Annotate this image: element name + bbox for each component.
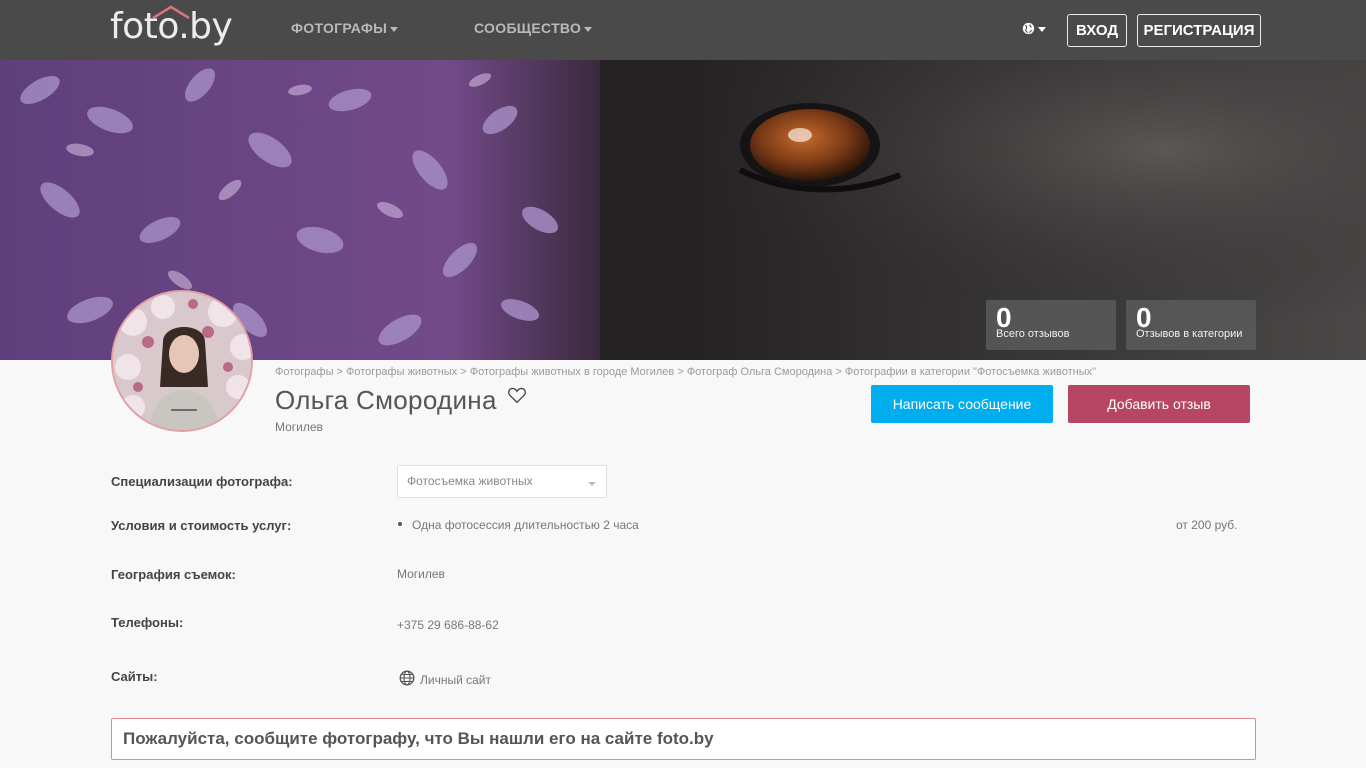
stat-total-reviews: 0 Всего отзывов [986, 300, 1116, 350]
chevron-down-icon [1038, 26, 1046, 32]
top-navbar: foto.by ФОТОГРАФЫ СООБЩЕСТВО ВХОД РЕГИСТ… [0, 0, 1366, 60]
register-button[interactable]: РЕГИСТРАЦИЯ [1137, 14, 1261, 47]
phone-value[interactable]: +375 29 686-88-62 [397, 618, 499, 632]
heart-icon[interactable] [507, 386, 527, 404]
globe-icon [399, 670, 415, 686]
bullet-icon [398, 522, 402, 526]
avatar-photo [113, 292, 251, 430]
chevron-down-icon [584, 26, 593, 32]
specialization-select[interactable]: Фотосъемка животных [397, 465, 607, 498]
breadcrumb-separator: > [457, 366, 470, 378]
language-selector[interactable] [1022, 20, 1046, 36]
stat-category-reviews: 0 Отзывов в категории [1126, 300, 1256, 350]
breadcrumb-separator: > [832, 366, 845, 378]
stat-total-reviews-label: Всего отзывов [996, 328, 1070, 340]
personal-site-link[interactable]: Личный сайт [420, 673, 491, 687]
services-label: Условия и стоимость услуг: [111, 518, 292, 533]
breadcrumb-item[interactable]: Фотографы животных в городе Могилев [470, 366, 675, 378]
breadcrumb-item[interactable]: Фотограф Ольга Смородина [687, 366, 833, 378]
service-item: Одна фотосессия длительностью 2 часа [412, 518, 639, 532]
specializations-label: Специализации фотографа: [111, 474, 293, 489]
stat-category-reviews-label: Отзывов в категории [1136, 328, 1243, 340]
avatar [111, 290, 253, 432]
phones-label: Телефоны: [111, 615, 184, 630]
nav-photographers[interactable]: ФОТОГРАФЫ [291, 20, 399, 36]
write-message-button[interactable]: Написать сообщение [871, 385, 1053, 423]
chevron-down-icon [588, 482, 596, 486]
photographer-city: Могилев [275, 420, 323, 434]
breadcrumb-separator: > [674, 366, 687, 378]
nav-community-label: СООБЩЕСТВО [474, 20, 582, 36]
notice-banner: Пожалуйста, сообщите фотографу, что Вы н… [111, 718, 1256, 760]
specialization-select-value: Фотосъемка животных [407, 474, 533, 488]
geography-value: Могилев [397, 567, 445, 581]
login-button[interactable]: ВХОД [1067, 14, 1127, 47]
sites-label: Сайты: [111, 669, 158, 684]
add-review-button[interactable]: Добавить отзыв [1068, 385, 1250, 423]
breadcrumb: Фотографы > Фотографы животных > Фотогра… [275, 366, 1096, 378]
geography-label: География съемок: [111, 567, 236, 582]
breadcrumb-separator: > [333, 366, 347, 378]
globe-icon [1022, 22, 1035, 35]
breadcrumb-item[interactable]: Фотографы животных [346, 366, 457, 378]
nav-photographers-label: ФОТОГРАФЫ [291, 20, 388, 36]
photographer-name: Ольга Смородина [275, 385, 497, 415]
chevron-down-icon [390, 26, 399, 32]
breadcrumb-item[interactable]: Фотографы [275, 366, 333, 378]
logo-roof-icon [152, 5, 190, 19]
breadcrumb-item[interactable]: Фотографии в категории "Фотосъемка живот… [845, 366, 1096, 378]
service-price: от 200 руб. [1176, 518, 1238, 532]
nav-community[interactable]: СООБЩЕСТВО [474, 20, 593, 36]
